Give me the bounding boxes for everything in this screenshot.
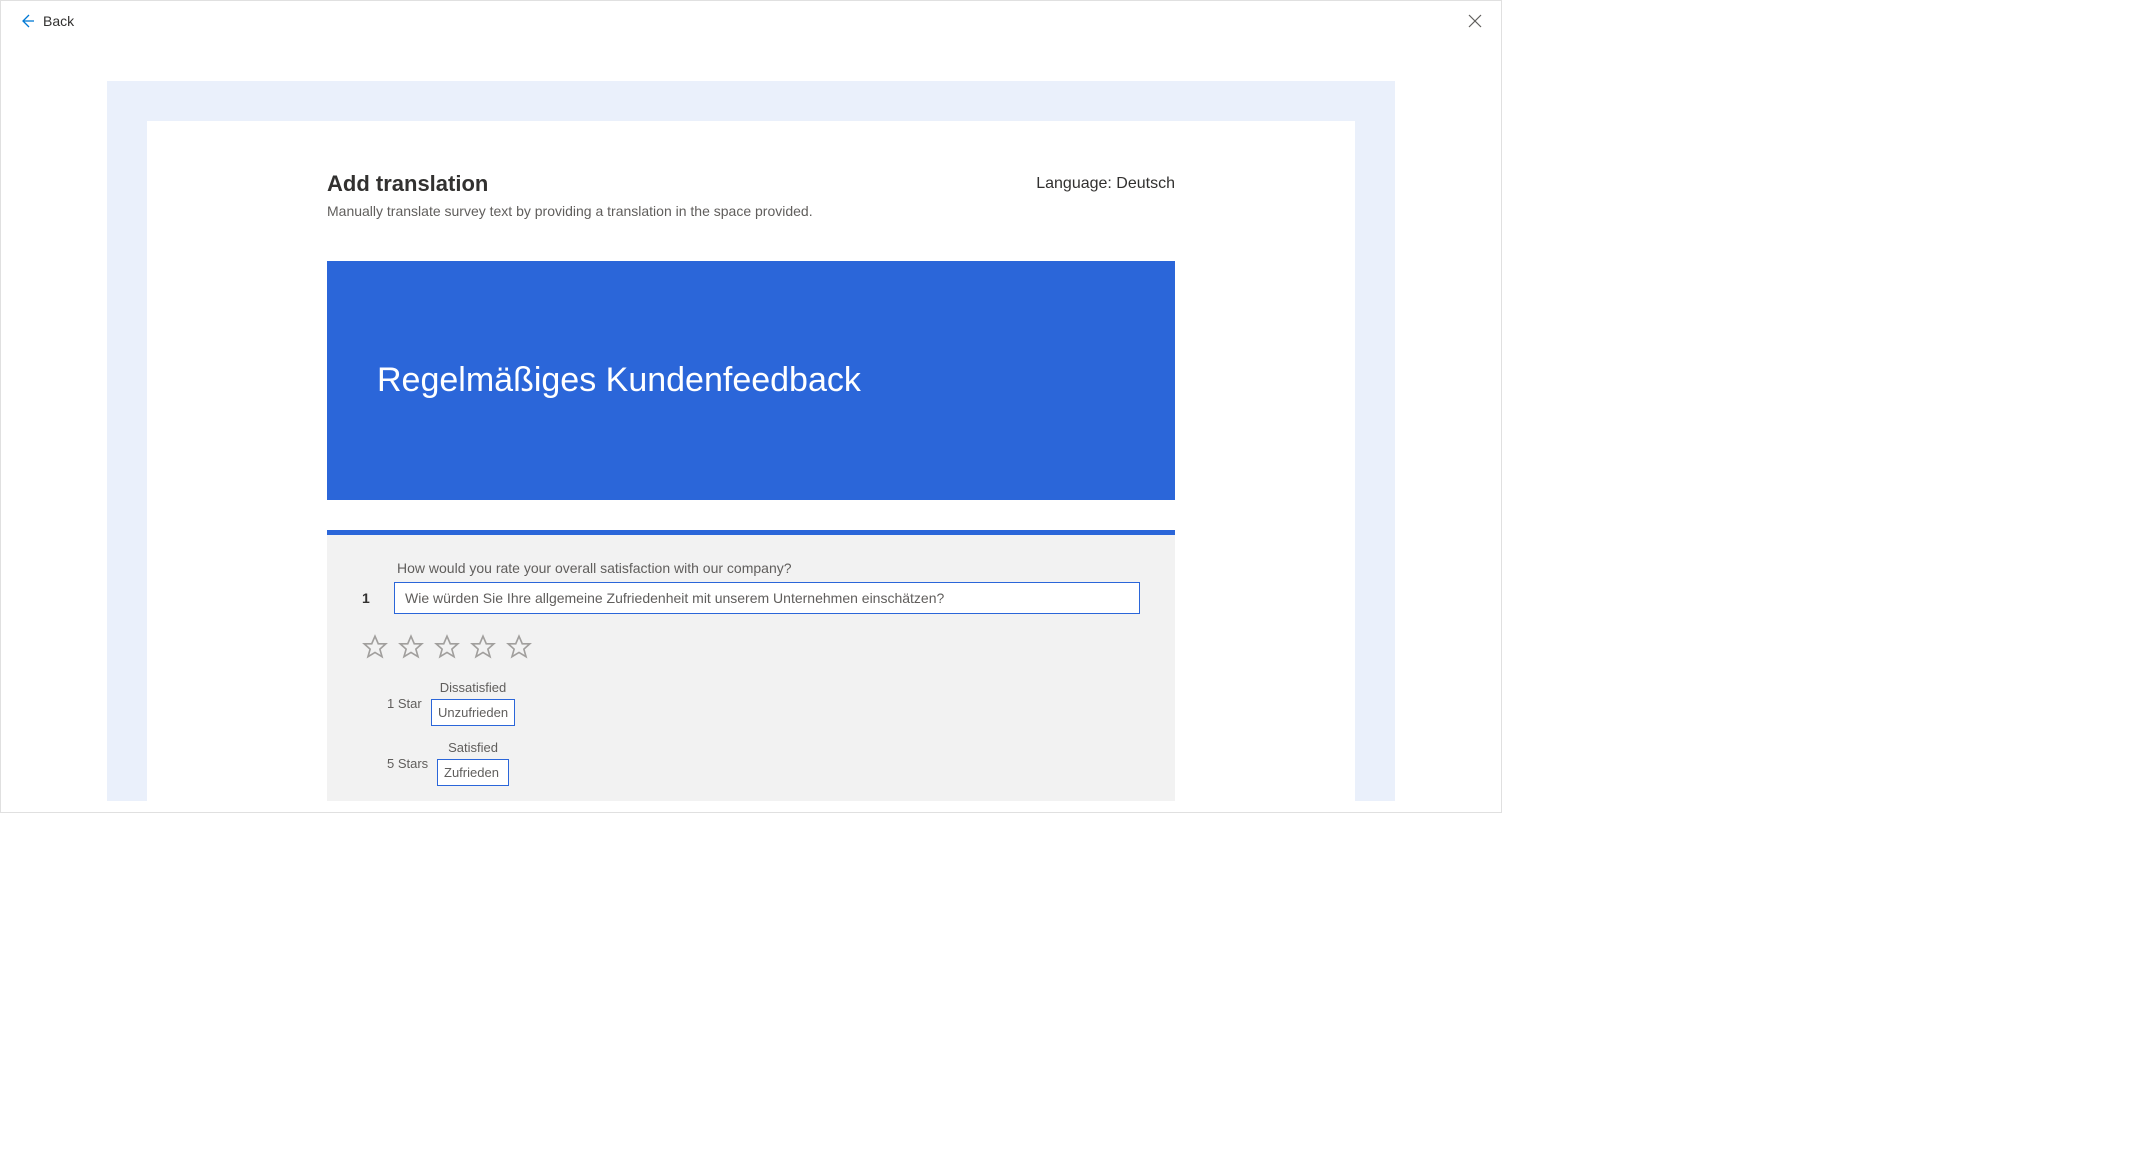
question-original-text: How would you rate your overall satisfac… <box>397 560 1140 576</box>
question-number: 1 <box>362 590 376 606</box>
back-label: Back <box>43 13 74 29</box>
rating-high-translation-input[interactable] <box>437 759 509 786</box>
page-subtitle: Manually translate survey text by provid… <box>327 203 813 219</box>
language-label: Language: Deutsch <box>1036 175 1175 193</box>
close-icon[interactable] <box>1467 13 1483 29</box>
star-icon[interactable] <box>362 634 388 660</box>
rating-high-original: Satisfied <box>448 740 498 755</box>
page-title: Add translation <box>327 171 813 197</box>
rating-high-star-label: 5 Stars <box>387 756 433 771</box>
back-button[interactable]: Back <box>19 13 74 29</box>
rating-low-star-label: 1 Star <box>387 696 433 711</box>
rating-high-group: 5 Stars Satisfied <box>387 740 1140 786</box>
page-background: Add translation Manually translate surve… <box>107 81 1395 801</box>
language-value: Deutsch <box>1116 175 1175 192</box>
star-icon[interactable] <box>398 634 424 660</box>
back-arrow-icon <box>19 13 35 29</box>
star-icon[interactable] <box>470 634 496 660</box>
rating-low-translation-input[interactable] <box>431 699 515 726</box>
rating-low-original: Dissatisfied <box>440 680 506 695</box>
question-translation-input[interactable] <box>394 582 1140 614</box>
star-icon[interactable] <box>434 634 460 660</box>
rating-low-group: 1 Star Dissatisfied <box>387 680 1140 726</box>
language-prefix: Language: <box>1036 175 1116 192</box>
survey-title-banner[interactable]: Regelmäßiges Kundenfeedback <box>327 261 1175 500</box>
content-card: Add translation Manually translate surve… <box>147 121 1355 801</box>
question-block: How would you rate your overall satisfac… <box>327 530 1175 801</box>
survey-title-translation: Regelmäßiges Kundenfeedback <box>377 361 1125 400</box>
star-icon[interactable] <box>506 634 532 660</box>
star-rating-row <box>362 634 1140 660</box>
